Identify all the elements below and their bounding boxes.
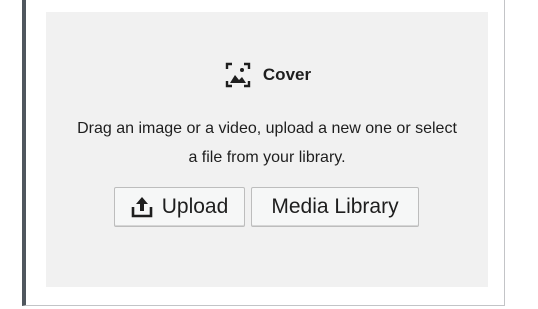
upload-icon <box>131 196 153 218</box>
block-label: Cover <box>46 60 488 90</box>
cover-image-icon <box>223 60 253 90</box>
media-library-button[interactable]: Media Library <box>251 187 419 227</box>
placeholder-instructions: Drag an image or a video, upload a new o… <box>77 120 457 166</box>
upload-button[interactable]: Upload <box>114 187 245 227</box>
upload-button-label: Upload <box>161 195 229 218</box>
media-library-button-label: Media Library <box>271 195 399 218</box>
cover-block-placeholder[interactable]: Cover Drag an image or a video, upload a… <box>46 12 488 287</box>
placeholder-actions: Upload Media Library <box>114 187 419 227</box>
block-title: Cover <box>262 65 312 84</box>
